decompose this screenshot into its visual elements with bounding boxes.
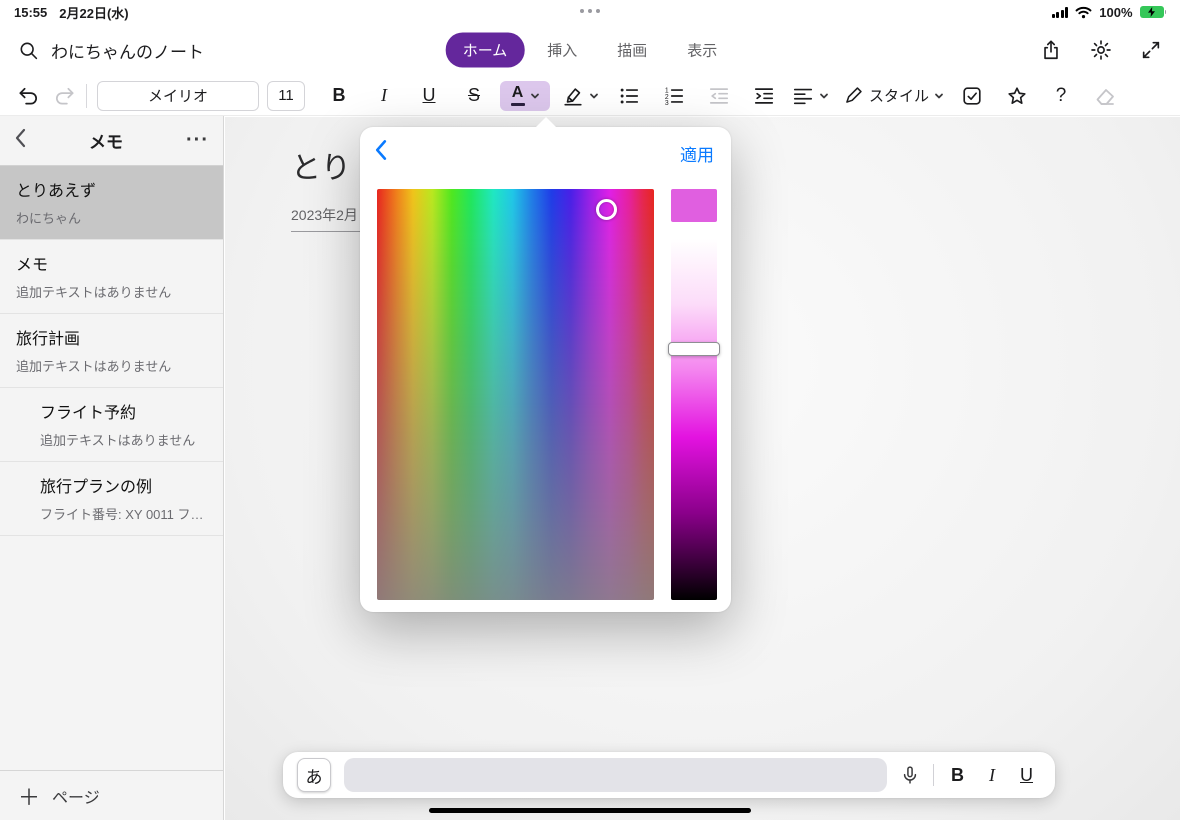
italic-button[interactable]: I <box>370 81 398 111</box>
tab-insert[interactable]: 挿入 <box>530 33 594 68</box>
add-page-button[interactable]: ＋ ページ <box>0 770 223 820</box>
app-header: わにちゃんのノート ホーム 挿入 描画 表示 <box>0 24 1180 76</box>
eraser-button[interactable] <box>1091 81 1119 111</box>
cellular-signal-icon <box>1051 6 1069 18</box>
home-indicator[interactable] <box>429 808 751 813</box>
font-color-bar <box>510 102 525 106</box>
screen: 15:55 2月22日(水) 100% わにちゃんのノート ホーム 挿入 描画 … <box>0 0 1180 820</box>
underline-button[interactable]: U <box>415 81 443 111</box>
tab-draw[interactable]: 描画 <box>600 33 664 68</box>
page-list-item[interactable]: とりあえず わにちゃん <box>0 166 223 240</box>
page-item-title: とりあえず <box>16 183 97 200</box>
back-chevron-icon[interactable] <box>374 139 387 166</box>
styles-button[interactable]: スタイル <box>843 85 944 106</box>
text-input-bar: あ B I U <box>283 752 1055 798</box>
input-bar-divider <box>933 764 934 786</box>
page-date: 2023年2月 <box>291 207 358 223</box>
alignment-button[interactable] <box>792 85 829 107</box>
expand-fullscreen-icon[interactable] <box>1140 39 1162 61</box>
page-item-subtitle: わにちゃん <box>16 211 82 226</box>
share-icon[interactable] <box>1040 39 1062 61</box>
toolbar-divider <box>86 83 87 108</box>
sidebar: メモ ··· とりあえず わにちゃん メモ 追加テキストはありません 旅行計画 … <box>0 116 224 820</box>
page-item-title: 旅行プランの例 <box>40 479 153 496</box>
page-list-item[interactable]: メモ 追加テキストはありません <box>0 240 223 314</box>
status-bar: 15:55 2月22日(水) 100% <box>0 0 1180 24</box>
wifi-icon <box>1075 6 1092 18</box>
status-time: 15:55 <box>14 4 48 20</box>
highlighter-icon <box>564 87 582 106</box>
question-tag-button[interactable]: ? <box>1047 81 1075 111</box>
color-cursor[interactable] <box>596 199 617 220</box>
undo-button[interactable] <box>14 81 42 111</box>
apply-button[interactable]: 適用 <box>680 141 714 166</box>
microphone-icon[interactable] <box>900 764 920 786</box>
color-picker-popover: 適用 <box>360 117 731 612</box>
status-date: 2月22日(水) <box>59 5 129 21</box>
format-toolbar: メイリオ 11 B I U S A 123 スタイル ? <box>0 76 1180 116</box>
tab-view[interactable]: 表示 <box>670 33 734 68</box>
inline-text-input[interactable] <box>344 758 887 792</box>
font-name-select[interactable]: メイリオ <box>97 80 259 111</box>
popover-arrow <box>535 117 557 128</box>
italic-button[interactable]: I <box>989 765 995 786</box>
font-size-select[interactable]: 11 <box>267 80 305 111</box>
decrease-indent-button[interactable] <box>705 81 733 111</box>
style-pen-icon <box>846 87 862 103</box>
chevron-down-icon <box>935 93 943 98</box>
search-icon[interactable] <box>18 40 39 61</box>
page-item-title: フライト予約 <box>40 405 137 422</box>
font-name-value: メイリオ <box>147 88 208 105</box>
color-gradient-field[interactable] <box>377 189 654 600</box>
styles-label: スタイル <box>869 88 930 105</box>
bullet-list-button[interactable] <box>615 81 643 111</box>
shade-slider-handle[interactable] <box>668 342 720 356</box>
underline-button[interactable]: U <box>1020 765 1033 786</box>
numbered-list-button[interactable]: 123 <box>660 81 688 111</box>
shade-slider[interactable] <box>671 239 717 600</box>
tab-home[interactable]: ホーム <box>445 32 525 68</box>
settings-gear-icon[interactable] <box>1090 39 1112 61</box>
language-key-button[interactable]: あ <box>297 758 331 792</box>
page-item-title: 旅行計画 <box>16 331 81 348</box>
chevron-down-icon <box>820 93 828 98</box>
page-list-item[interactable]: 旅行計画 追加テキストはありません <box>0 314 223 388</box>
font-color-A: A <box>510 85 525 106</box>
current-color-swatch <box>671 189 717 222</box>
page-item-subtitle: 追加テキストはありません <box>16 359 172 374</box>
multitasking-dots-icon[interactable] <box>580 9 600 13</box>
plus-icon: ＋ <box>18 784 41 810</box>
section-title: メモ <box>89 133 123 152</box>
font-color-button[interactable]: A <box>500 80 550 111</box>
sidebar-header: メモ ··· <box>0 116 223 166</box>
battery-icon <box>1139 6 1166 18</box>
page-item-subtitle: 追加テキストはありません <box>40 433 196 448</box>
back-chevron-icon[interactable] <box>14 128 26 153</box>
bold-button[interactable]: B <box>325 81 353 111</box>
redo-button[interactable] <box>50 81 78 111</box>
highlighter-button[interactable] <box>562 85 599 107</box>
page-list-item[interactable]: 旅行プランの例 フライト番号: XY 0011 フ… <box>0 462 223 536</box>
font-size-value: 11 <box>278 87 294 104</box>
add-page-label: ページ <box>52 789 100 807</box>
battery-percent: 100% <box>1099 4 1133 20</box>
strikethrough-button[interactable]: S <box>460 81 488 111</box>
svg-text:3: 3 <box>665 100 669 107</box>
ribbon-tabs: ホーム 挿入 描画 表示 <box>445 32 735 68</box>
more-options-icon[interactable]: ··· <box>186 129 209 152</box>
bold-button[interactable]: B <box>951 765 964 786</box>
chevron-down-icon <box>530 93 539 98</box>
notebook-title[interactable]: わにちゃんのノート <box>51 38 204 63</box>
page-item-subtitle: 追加テキストはありません <box>16 285 172 300</box>
align-left-icon <box>793 88 813 104</box>
important-star-button[interactable] <box>1003 81 1031 111</box>
page-list-item[interactable]: フライト予約 追加テキストはありません <box>0 388 223 462</box>
page-item-title: メモ <box>16 257 49 274</box>
increase-indent-button[interactable] <box>750 81 778 111</box>
page-item-subtitle: フライト番号: XY 0011 フ… <box>40 507 204 522</box>
page-title[interactable]: とり <box>291 143 351 187</box>
todo-tag-button[interactable] <box>958 81 986 111</box>
chevron-down-icon <box>590 93 598 98</box>
